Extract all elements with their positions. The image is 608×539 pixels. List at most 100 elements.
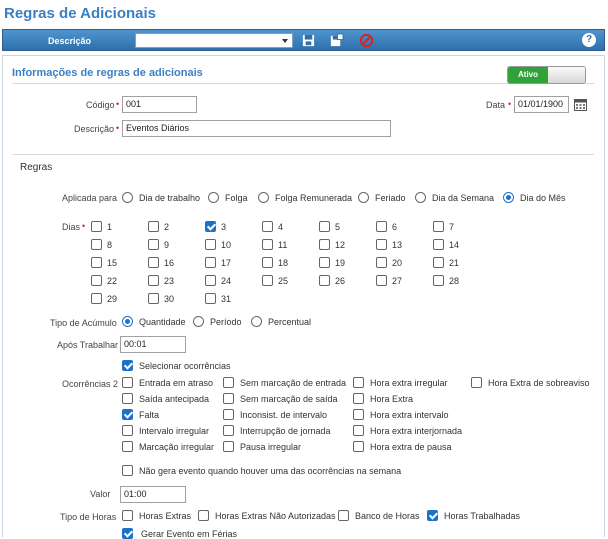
selecionar-checkbox[interactable] <box>122 360 133 371</box>
save-as-icon[interactable] <box>329 33 344 48</box>
dia-20-checkbox[interactable] <box>376 257 387 268</box>
dia-21-checkbox[interactable] <box>433 257 444 268</box>
apos-input[interactable]: 00:01 <box>120 336 186 353</box>
dia-22-checkbox[interactable] <box>91 275 102 286</box>
aplicada-option-radio[interactable] <box>503 192 514 203</box>
ocorrencia-checkbox[interactable] <box>122 409 133 420</box>
ocorrencia-checkbox[interactable] <box>122 425 133 436</box>
dia-31-checkbox[interactable] <box>205 293 216 304</box>
aplicada-option-label: Dia da Semana <box>432 193 495 203</box>
dia-28-checkbox[interactable] <box>433 275 444 286</box>
dia-12-checkbox[interactable] <box>319 239 330 250</box>
dia-30-checkbox[interactable] <box>148 293 159 304</box>
ocorrencia-checkbox[interactable] <box>353 425 364 436</box>
toolbar-label: Descrição <box>48 36 92 46</box>
save-icon[interactable] <box>301 33 316 48</box>
required-mark: • <box>116 99 120 109</box>
dia-26-label: 26 <box>335 276 346 286</box>
status-toggle[interactable]: Ativo <box>507 66 586 84</box>
acumulo-option-radio[interactable] <box>122 316 133 327</box>
required-mark: • <box>116 123 120 133</box>
ocorrencia-checkbox[interactable] <box>122 377 133 388</box>
status-toggle-knob <box>548 67 585 83</box>
dia-20-label: 20 <box>392 258 403 268</box>
dia-10-checkbox[interactable] <box>205 239 216 250</box>
dia-27-checkbox[interactable] <box>376 275 387 286</box>
dia-9-checkbox[interactable] <box>148 239 159 250</box>
calendar-icon[interactable] <box>574 98 587 111</box>
dia-18-checkbox[interactable] <box>262 257 273 268</box>
dia-11-label: 11 <box>278 240 288 250</box>
dia-27-label: 27 <box>392 276 403 286</box>
chevron-down-icon[interactable] <box>282 39 288 43</box>
dia-8-checkbox[interactable] <box>91 239 102 250</box>
nao-gera-label: Não gera evento quando houver uma das oc… <box>139 466 402 476</box>
tipo-horas-option-checkbox[interactable] <box>427 510 438 521</box>
ocorrencia-checkbox[interactable] <box>223 425 234 436</box>
data-input[interactable]: 01/01/1900 <box>514 96 569 113</box>
ocorrencia-checkbox[interactable] <box>122 393 133 404</box>
cancel-icon[interactable] <box>359 33 374 48</box>
dia-25-checkbox[interactable] <box>262 275 273 286</box>
dia-15-checkbox[interactable] <box>91 257 102 268</box>
dia-5-checkbox[interactable] <box>319 221 330 232</box>
ferias-label: Gerar Evento em Férias <box>141 529 238 539</box>
ocorrencia-checkbox[interactable] <box>223 393 234 404</box>
dia-6-checkbox[interactable] <box>376 221 387 232</box>
dia-11-checkbox[interactable] <box>262 239 273 250</box>
ocorrencia-checkbox[interactable] <box>353 393 364 404</box>
dia-1-checkbox[interactable] <box>91 221 102 232</box>
dia-12-label: 12 <box>335 240 346 250</box>
dia-14-checkbox[interactable] <box>433 239 444 250</box>
dia-10-label: 10 <box>221 240 232 250</box>
valor-input[interactable]: 01:00 <box>120 486 186 503</box>
dia-19-checkbox[interactable] <box>319 257 330 268</box>
tipo-horas-option-checkbox[interactable] <box>122 510 133 521</box>
dia-26-checkbox[interactable] <box>319 275 330 286</box>
ocorrencia-checkbox[interactable] <box>122 441 133 452</box>
description-select[interactable] <box>135 33 293 48</box>
dia-7-checkbox[interactable] <box>433 221 444 232</box>
dia-3-checkbox[interactable] <box>205 221 216 232</box>
dia-23-checkbox[interactable] <box>148 275 159 286</box>
ocorrencia-checkbox[interactable] <box>353 377 364 388</box>
dia-29-label: 29 <box>107 294 118 304</box>
ferias-checkbox[interactable] <box>122 528 133 539</box>
ocorrencia-checkbox[interactable] <box>353 409 364 420</box>
aplicada-option-radio[interactable] <box>358 192 369 203</box>
ocorrencia-label: Entrada em atraso <box>139 378 214 388</box>
dia-29-checkbox[interactable] <box>91 293 102 304</box>
dia-16-checkbox[interactable] <box>148 257 159 268</box>
help-icon[interactable]: ? <box>582 33 596 47</box>
section-title-regras: Regras <box>20 162 53 173</box>
aplicada-option-radio[interactable] <box>415 192 426 203</box>
aplicada-option-radio[interactable] <box>208 192 219 203</box>
ocorrencia-label: Marcação irregular <box>139 442 215 452</box>
dia-2-checkbox[interactable] <box>148 221 159 232</box>
aplicada-option-radio[interactable] <box>258 192 269 203</box>
ocorrencia-checkbox[interactable] <box>471 377 482 388</box>
dia-1-label: 1 <box>107 222 113 232</box>
tipo-horas-option-checkbox[interactable] <box>198 510 209 521</box>
dia-16-label: 16 <box>164 258 175 268</box>
ocorrencia-label: Interrupção de jornada <box>240 426 331 436</box>
acumulo-option-radio[interactable] <box>251 316 262 327</box>
ocorrencia-checkbox[interactable] <box>353 441 364 452</box>
dia-14-label: 14 <box>449 240 460 250</box>
ocorrencia-checkbox[interactable] <box>223 409 234 420</box>
ocorrencia-checkbox[interactable] <box>223 377 234 388</box>
divider <box>12 154 594 155</box>
dia-4-checkbox[interactable] <box>262 221 273 232</box>
nao-gera-checkbox[interactable] <box>122 465 133 476</box>
acumulo-option-radio[interactable] <box>193 316 204 327</box>
codigo-input[interactable]: 001 <box>122 96 197 113</box>
required-mark: • <box>82 221 86 231</box>
ocorrencia-checkbox[interactable] <box>223 441 234 452</box>
dia-17-checkbox[interactable] <box>205 257 216 268</box>
tipo-horas-option-checkbox[interactable] <box>338 510 349 521</box>
aplicada-option-radio[interactable] <box>122 192 133 203</box>
acumulo-option-label: Percentual <box>268 317 312 327</box>
dia-13-checkbox[interactable] <box>376 239 387 250</box>
descricao-input[interactable]: Eventos Diários <box>122 120 391 137</box>
dia-24-checkbox[interactable] <box>205 275 216 286</box>
